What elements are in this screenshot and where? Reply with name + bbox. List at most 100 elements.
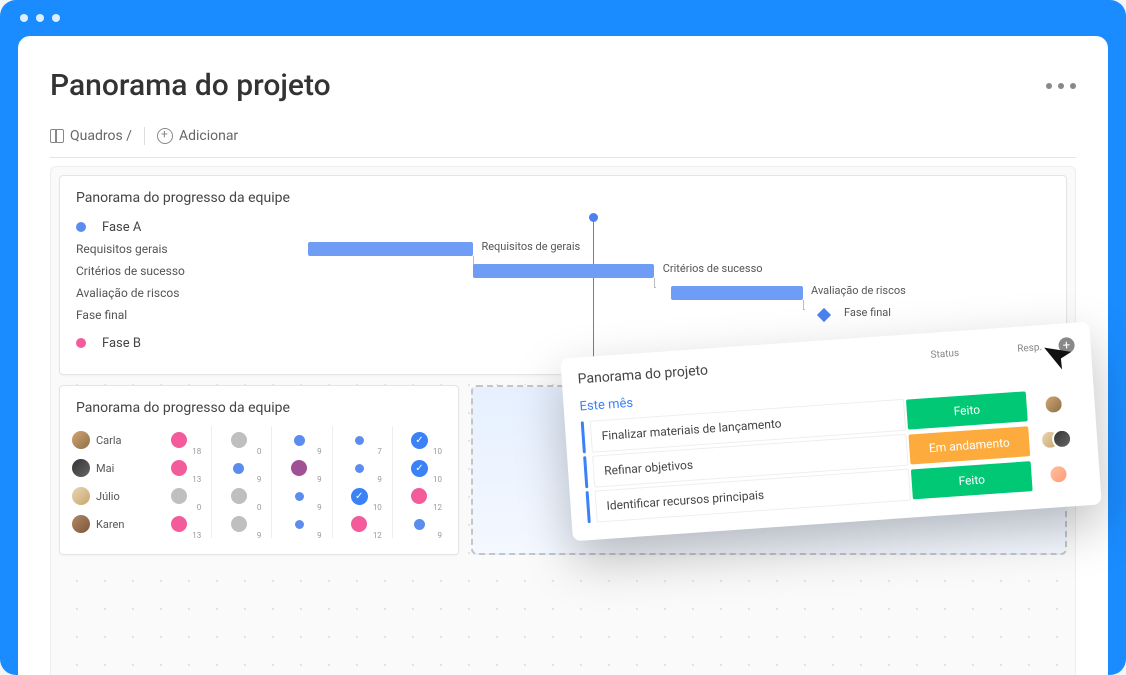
avatar — [1048, 464, 1069, 485]
cell[interactable]: ✓10 — [392, 426, 446, 454]
browser-window-frame: Panorama do projeto Quadros / Adicionar … — [0, 0, 1126, 675]
check-dot-icon: ✓ — [411, 460, 428, 477]
status-badge[interactable]: Feito — [906, 391, 1028, 429]
member-name: Karen — [96, 518, 146, 531]
gantt-bar[interactable] — [671, 286, 803, 300]
cell-value: 9 — [317, 531, 322, 540]
team-title: Panorama do progresso da equipe — [60, 386, 458, 426]
gantt-bar[interactable] — [308, 242, 473, 256]
gantt-milestone-icon[interactable] — [817, 308, 831, 322]
cell[interactable]: 9 — [211, 510, 265, 538]
gantt-legend-row: Fase A — [76, 216, 1050, 238]
avatar — [1051, 428, 1072, 449]
gantt-bar[interactable] — [473, 264, 654, 278]
add-button[interactable]: Adicionar — [157, 128, 238, 144]
team-row: Karen 13 9 9 12 9 — [72, 510, 446, 538]
window-dot — [52, 14, 60, 22]
cell[interactable]: 13 — [152, 454, 205, 482]
assignees[interactable] — [1033, 463, 1084, 486]
gantt-bar-area: Requisitos de gerais — [226, 242, 1050, 256]
cell-value: 12 — [373, 531, 382, 540]
dot-icon — [295, 492, 304, 501]
dot-icon — [171, 516, 187, 532]
divider — [144, 127, 145, 145]
plus-circle-icon — [157, 128, 173, 144]
gantt-bar-label: Avaliação de riscos — [811, 284, 906, 297]
cell[interactable]: 18 — [152, 426, 205, 454]
phase-a-label: Fase A — [102, 220, 141, 235]
status-badge[interactable]: Em andamento — [908, 426, 1030, 464]
dot-icon — [355, 464, 364, 473]
avatar — [72, 459, 90, 477]
dot-icon — [295, 520, 304, 529]
window-dot — [20, 14, 28, 22]
phase-b-label: Fase B — [102, 336, 141, 351]
dot-icon — [233, 463, 244, 474]
cell[interactable]: 12 — [392, 482, 446, 510]
project-table-card[interactable]: Panorama do projeto Status Resp. + Este … — [560, 322, 1101, 542]
team-row: Júlio 0 0 9 ✓10 12 — [72, 482, 446, 510]
cell[interactable]: 9 — [271, 426, 325, 454]
task-label: Critérios de sucesso — [76, 264, 226, 278]
cell[interactable]: 12 — [332, 510, 386, 538]
assignees[interactable] — [1030, 428, 1081, 451]
boards-label: Quadros / — [70, 128, 132, 144]
avatar — [72, 487, 90, 505]
member-name: Carla — [96, 434, 146, 447]
browser-title-bar — [0, 0, 1126, 36]
page-title: Panorama do projeto — [50, 68, 331, 103]
cell[interactable]: 9 — [271, 482, 325, 510]
toolbar: Quadros / Adicionar — [50, 127, 1076, 158]
avatar — [1043, 394, 1064, 415]
cell-value: 13 — [192, 531, 201, 540]
cursor-icon — [1044, 340, 1076, 376]
gantt-bar-label: Fase final — [844, 306, 891, 319]
avatar — [72, 515, 90, 533]
task-label: Fase final — [76, 308, 226, 322]
status-badge[interactable]: Feito — [911, 461, 1033, 499]
dot-icon — [351, 516, 367, 532]
task-label: Requisitos gerais — [76, 242, 226, 256]
legend-dot-pink — [76, 338, 86, 348]
cell[interactable]: 0 — [152, 482, 205, 510]
cell[interactable]: 7 — [332, 426, 386, 454]
dot-icon — [414, 519, 425, 530]
avatar — [72, 431, 90, 449]
cell[interactable]: 9 — [271, 510, 325, 538]
gantt-task-row[interactable]: Fase final Fase final — [76, 304, 1050, 326]
gantt-bar-area: Avaliação de riscos — [226, 286, 1050, 300]
legend-dot-blue — [76, 222, 86, 232]
group-stripe — [586, 491, 591, 523]
boards-icon — [50, 129, 64, 143]
cell-value: 9 — [257, 531, 262, 540]
more-menu-button[interactable] — [1046, 83, 1076, 89]
group-stripe — [581, 421, 586, 453]
gantt-bar-label: Requisitos de gerais — [481, 240, 580, 253]
gantt-bar-area: Fase final — [226, 308, 1050, 322]
page-header: Panorama do projeto — [50, 68, 1076, 103]
cell-value: 9 — [438, 531, 443, 540]
team-progress-widget[interactable]: Panorama do progresso da equipe Carla 18… — [59, 385, 459, 555]
gantt-title: Panorama do progresso da equipe — [60, 176, 1066, 216]
cell[interactable]: 9 — [211, 454, 265, 482]
cell[interactable]: ✓10 — [392, 454, 446, 482]
cell[interactable]: ✓10 — [332, 482, 386, 510]
status-col-header: Status — [885, 344, 1005, 363]
boards-button[interactable]: Quadros / — [50, 128, 132, 144]
dot-icon — [171, 432, 187, 448]
dot-icon — [355, 436, 364, 445]
gantt-task-row[interactable]: Requisitos gerais Requisitos de gerais — [76, 238, 1050, 260]
dot-icon — [294, 435, 305, 446]
gantt-task-row[interactable]: Avaliação de riscos Avaliação de riscos — [76, 282, 1050, 304]
cell[interactable]: 9 — [271, 454, 325, 482]
cell[interactable]: 13 — [152, 510, 205, 538]
cell[interactable]: 9 — [332, 454, 386, 482]
task-label: Avaliação de riscos — [76, 286, 226, 300]
cell[interactable]: 0 — [211, 482, 265, 510]
dot-icon — [171, 488, 187, 504]
cell[interactable]: 9 — [392, 510, 446, 538]
gantt-task-row[interactable]: Critérios de sucesso Critérios de sucess… — [76, 260, 1050, 282]
assignees[interactable] — [1028, 393, 1079, 416]
team-row: Mai 13 9 9 9 ✓10 — [72, 454, 446, 482]
cell[interactable]: 0 — [211, 426, 265, 454]
